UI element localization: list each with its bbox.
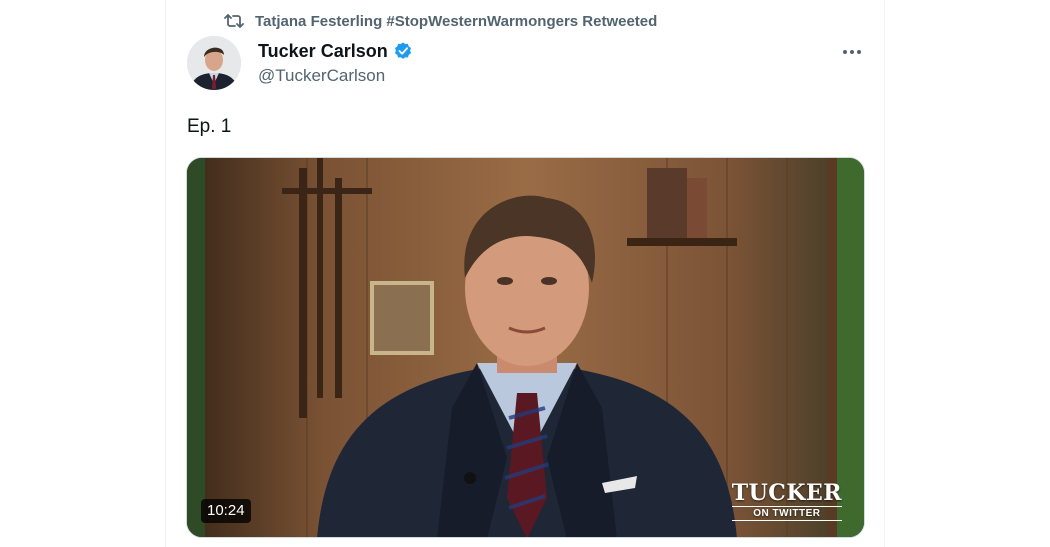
retweet-context[interactable]: Tatjana Festerling #StopWesternWarmonger… xyxy=(223,11,657,31)
watermark-main: TUCKER xyxy=(731,480,842,506)
author-handle[interactable]: @TuckerCarlson xyxy=(258,66,413,86)
video-player[interactable]: 10:24 TUCKER ON TWITTER xyxy=(186,157,865,538)
author-block: Tucker Carlson @TuckerCarlson xyxy=(258,40,413,86)
retweet-label[interactable]: Tatjana Festerling #StopWesternWarmonger… xyxy=(255,13,657,30)
tweet-text: Ep. 1 xyxy=(187,116,232,137)
tweet-column: Tatjana Festerling #StopWesternWarmonger… xyxy=(165,0,885,547)
video-watermark-logo: TUCKER ON TWITTER xyxy=(731,480,842,521)
verified-badge-icon[interactable] xyxy=(393,41,413,61)
author-name[interactable]: Tucker Carlson xyxy=(258,41,388,62)
retweet-icon xyxy=(223,12,245,30)
video-duration: 10:24 xyxy=(201,499,251,523)
watermark-sub: ON TWITTER xyxy=(731,506,842,521)
avatar[interactable] xyxy=(187,36,241,90)
more-options-button[interactable] xyxy=(838,38,866,66)
more-dots-icon xyxy=(843,50,861,54)
